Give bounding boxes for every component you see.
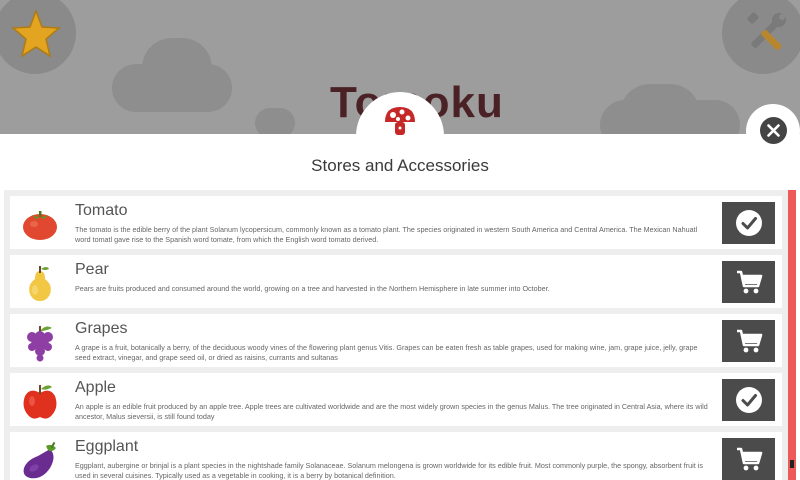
close-icon [760,117,787,144]
tomato-icon [23,211,57,240]
cart-icon [736,447,762,471]
item-description: The tomato is the edible berry of the pl… [75,225,698,244]
cloud-decoration [620,84,700,134]
buy-button[interactable] [722,261,775,303]
list-item: Grapes A grape is a fruit, botanically a… [10,314,782,367]
favorites-button[interactable] [0,0,76,74]
pear-icon [29,266,51,301]
cart-icon [736,270,762,294]
item-description: An apple is an edible fruit produced by … [75,402,708,421]
cart-icon [736,329,762,353]
modal-title: Stores and Accessories [311,156,489,175]
owned-button[interactable] [722,379,775,421]
apple-icon [23,385,57,419]
item-name: Apple [75,379,116,396]
item-description: A grape is a fruit, botanically a berry,… [75,343,698,362]
star-icon [11,9,61,58]
buy-button[interactable] [722,320,775,362]
mushroom-icon [385,107,415,135]
item-description: Eggplant, aubergine or brinjal is a plan… [75,461,703,480]
grapes-icon [27,326,53,362]
item-name: Tomato [75,202,128,219]
store-item-list: Tomato The tomato is the edible berry of… [4,190,788,480]
buy-button[interactable] [722,438,775,480]
owned-button[interactable] [722,202,775,244]
settings-button[interactable] [722,0,800,74]
check-icon [735,387,762,413]
close-button[interactable] [746,104,800,158]
scrollbar-thumb[interactable] [790,460,794,468]
cloud-decoration [142,38,212,98]
check-icon [735,210,762,236]
item-name: Grapes [75,320,128,337]
item-name: Pear [75,261,109,278]
tools-icon [747,12,786,51]
list-scrollbar[interactable] [788,190,796,480]
item-name: Eggplant [75,438,139,455]
list-item: Eggplant Eggplant, aubergine or brinjal … [10,432,782,480]
eggplant-icon [23,441,56,479]
cloud-decoration [255,108,295,134]
item-description: Pears are fruits produced and consumed a… [75,284,550,293]
list-item: Apple An apple is an edible fruit produc… [10,373,782,426]
list-item: Pear Pears are fruits produced and consu… [10,255,782,308]
list-item: Tomato The tomato is the edible berry of… [10,196,782,249]
